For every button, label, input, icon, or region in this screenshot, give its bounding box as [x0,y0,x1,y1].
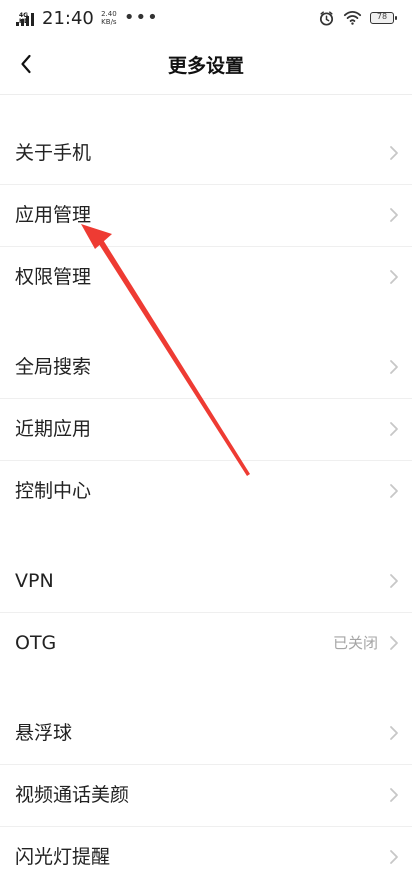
chevron-right-icon [390,850,398,864]
row-label: 视频通话美颜 [15,784,130,806]
row-label: 全局搜索 [15,356,92,378]
row-label: OTG [15,632,57,654]
chevron-right-icon [390,788,398,802]
row-label: 近期应用 [15,418,92,440]
settings-row-control-center[interactable]: 控制中心 [0,461,412,523]
chevron-right-icon [390,208,398,222]
row-label: 权限管理 [15,266,92,288]
network-speed-value: 2.40 [101,10,117,18]
row-label: 闪光灯提醒 [15,846,111,868]
section-gap [0,95,412,123]
settings-row-vpn[interactable]: VPN [0,551,412,613]
notification-dots: ••• [123,7,159,28]
settings-row-global-search[interactable]: 全局搜索 [0,337,412,399]
top-bar: 更多设置 [0,36,412,95]
signal-bars [16,13,34,26]
section-gap [0,675,412,703]
chevron-right-icon [390,484,398,498]
status-right: 78 [318,0,397,36]
chevron-right-icon [390,360,398,374]
chevron-right-icon [390,636,398,650]
row-label: 关于手机 [15,142,92,164]
settings-row-recent-apps[interactable]: 近期应用 [0,399,412,461]
row-label: 应用管理 [15,204,92,226]
otg-status-value: 已关闭 [332,634,378,652]
status-time: 21:40 [42,7,94,29]
settings-list: 关于手机 应用管理 权限管理 全局搜索 近期应用 控制中心 VPN OTG 已关… [0,95,412,886]
chevron-right-icon [390,574,398,588]
settings-row-flash-reminder[interactable]: 闪光灯提醒 [0,827,412,886]
section-gap [0,523,412,551]
wifi-icon [343,11,362,25]
row-label: VPN [15,570,54,592]
settings-row-floating-ball[interactable]: 悬浮球 [0,703,412,765]
status-bar: 4G HD 21:40 2.40 KB/s ••• 78 [0,0,412,36]
battery-level: 78 [376,12,388,21]
section-gap [0,309,412,337]
page-title: 更多设置 [167,55,244,77]
chevron-right-icon [390,146,398,160]
battery-icon: 78 [370,12,397,24]
settings-row-permission-management[interactable]: 权限管理 [0,247,412,309]
network-speed: 2.40 KB/s [100,10,118,26]
row-label: 悬浮球 [15,722,73,744]
settings-row-app-management[interactable]: 应用管理 [0,185,412,247]
chevron-right-icon [390,422,398,436]
signal-icon: 4G HD [14,6,36,30]
row-label: 控制中心 [15,480,92,502]
settings-screen: 4G HD 21:40 2.40 KB/s ••• 78 更多设置 关于手机 应… [0,0,412,886]
alarm-icon [319,10,334,26]
chevron-right-icon [390,270,398,284]
settings-row-otg[interactable]: OTG 已关闭 [0,613,412,675]
settings-row-video-beauty[interactable]: 视频通话美颜 [0,765,412,827]
settings-row-about-phone[interactable]: 关于手机 [0,123,412,185]
status-left: 4G HD 21:40 2.40 KB/s ••• [14,0,159,36]
network-speed-unit: KB/s [101,18,117,26]
chevron-right-icon [390,726,398,740]
